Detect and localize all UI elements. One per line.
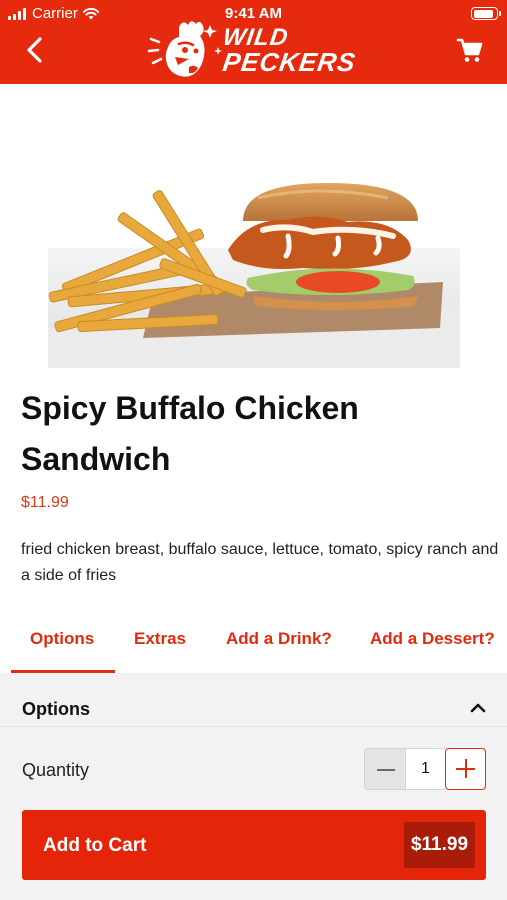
quantity-decrement-button[interactable] xyxy=(364,748,406,790)
quantity-increment-button[interactable] xyxy=(445,748,486,790)
options-panel: Options Quantity 1 Add to Cart $11.99 xyxy=(0,673,507,900)
options-section-header[interactable]: Options xyxy=(0,673,507,727)
brand-logo: WILD PECKERS xyxy=(145,17,365,82)
app-header: Carrier 9:41 AM WILD PECKERS xyxy=(0,0,507,84)
options-section-title: Options xyxy=(22,699,90,719)
add-to-cart-label: Add to Cart xyxy=(43,835,147,856)
product-description: fried chicken breast, buffalo sauce, let… xyxy=(21,541,499,584)
add-to-cart-price: $11.99 xyxy=(404,822,475,868)
product-tabs: Options Extras Add a Drink? Add a Desser… xyxy=(0,615,507,673)
tab-add-a-dessert[interactable]: Add a Dessert? xyxy=(370,629,495,649)
battery-icon xyxy=(471,7,501,20)
product-image xyxy=(48,183,460,368)
add-to-cart-button[interactable]: Add to Cart $11.99 xyxy=(22,810,486,880)
tab-options[interactable]: Options xyxy=(30,629,94,649)
cart-button[interactable] xyxy=(455,35,485,65)
chevron-up-icon xyxy=(470,703,486,713)
rooster-logo-icon xyxy=(147,21,222,77)
tab-add-a-drink[interactable]: Add a Drink? xyxy=(226,629,332,649)
quantity-value[interactable]: 1 xyxy=(406,748,445,790)
shopping-cart-icon xyxy=(456,38,483,62)
battery-level xyxy=(473,9,494,18)
chevron-left-icon xyxy=(27,37,42,63)
quantity-label: Quantity xyxy=(22,760,90,780)
back-button[interactable] xyxy=(22,32,50,68)
product-price: $11.99 xyxy=(21,494,69,511)
tab-extras[interactable]: Extras xyxy=(134,629,186,649)
logo-wordmark-line2: PECKERS xyxy=(220,47,358,77)
product-title: Spicy Buffalo Chicken Sandwich xyxy=(21,390,359,477)
